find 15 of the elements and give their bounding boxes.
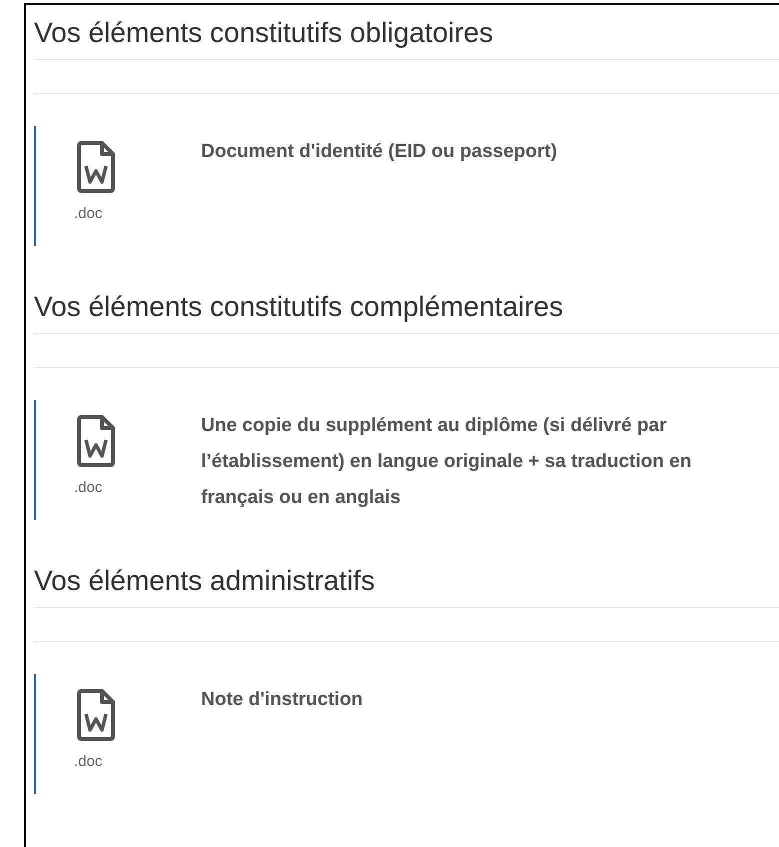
document-title: Une copie du supplément au diplôme (si délivré par l’établissement) en langue originale + sa traduction en français ou en anglais [201, 414, 692, 510]
file-extension: .doc [74, 753, 102, 770]
section-heading: Vos éléments constitutifs obligatoires [34, 5, 779, 60]
word-file-icon [76, 141, 116, 193]
document-title: Document d'identité (EID ou passeport) [201, 140, 558, 164]
section-heading: Vos éléments administratifs [34, 553, 779, 608]
word-file-icon [76, 415, 116, 467]
file-extension: .doc [74, 479, 102, 496]
document-item[interactable]: .doc Une copie du supplément au diplôme (si délivré par l’établissement) en langue originale + sa traduction en français ou en anglais [34, 400, 779, 520]
document-item[interactable]: .doc Document d'identité (EID ou passeport) [34, 126, 779, 246]
section-heading: Vos éléments constitutifs complémentaires [34, 279, 779, 334]
file-extension: .doc [74, 205, 102, 222]
word-file-icon [76, 689, 116, 741]
document-title: Note d'instruction [201, 688, 364, 712]
document-item[interactable]: .doc Note d'instruction [34, 674, 779, 794]
